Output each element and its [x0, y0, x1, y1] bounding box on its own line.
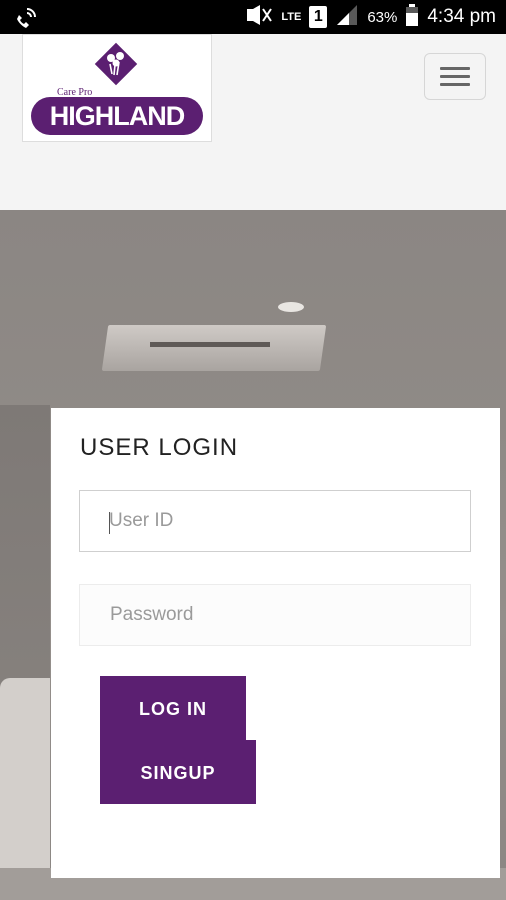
- logo[interactable]: Care Pro HIGHLAND: [22, 34, 212, 142]
- mute-icon: [243, 4, 273, 30]
- battery-icon: [405, 4, 419, 30]
- logo-brand: HIGHLAND: [49, 101, 186, 131]
- network-type-label: LTE: [281, 10, 302, 23]
- battery-percent: 63%: [367, 8, 398, 26]
- ac-vent: [150, 342, 270, 347]
- login-card: USER LOGIN LOG IN SINGUP: [51, 408, 500, 878]
- flower-diamond-icon: [94, 42, 138, 86]
- ceiling-ac-unit: [101, 325, 327, 371]
- login-title: USER LOGIN: [80, 434, 239, 461]
- site-header: Care Pro HIGHLAND: [0, 34, 506, 210]
- sim-indicator: 1: [309, 6, 328, 28]
- login-button[interactable]: LOG IN: [100, 676, 246, 740]
- text-caret: [109, 512, 110, 534]
- signal-icon: [335, 4, 359, 30]
- signup-button[interactable]: SINGUP: [100, 740, 256, 804]
- status-bar: LTE 1 63% 4:34 pm: [0, 0, 506, 34]
- background-sofa: [0, 678, 50, 868]
- ceiling-light: [278, 302, 304, 312]
- hamburger-menu-button[interactable]: [424, 53, 486, 100]
- password-input[interactable]: [79, 584, 471, 646]
- user-id-input[interactable]: [79, 490, 471, 552]
- phone-wifi-icon: [14, 5, 38, 33]
- clock: 4:34 pm: [427, 6, 496, 27]
